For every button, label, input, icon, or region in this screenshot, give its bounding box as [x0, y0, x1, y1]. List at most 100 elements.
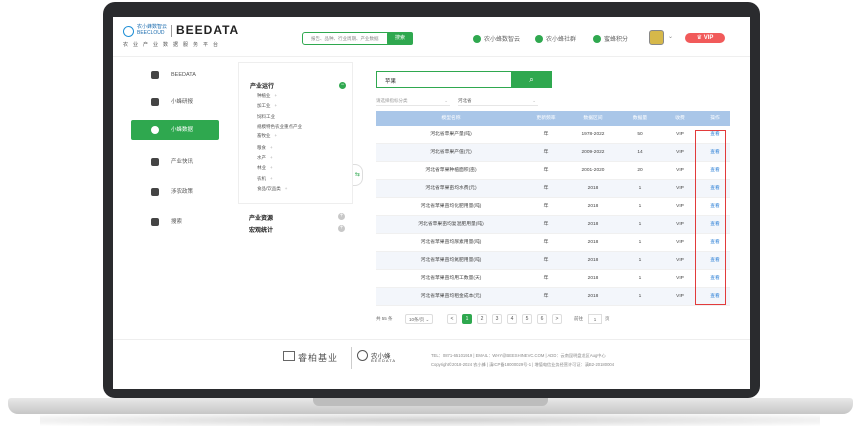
vip-badge[interactable]: ♛ VIP [685, 33, 725, 43]
cell-fee: VIP [676, 240, 684, 245]
tree-section-resources[interactable]: 产业资源 [249, 213, 273, 222]
cell-model-name: 河北省苹果产量(吨) [430, 132, 472, 137]
cell-fee: VIP [676, 186, 684, 191]
sidebar-item-search[interactable]: 搜索 [131, 212, 219, 232]
prev-page-button[interactable]: < [447, 314, 457, 324]
cell-count: 14 [637, 150, 643, 155]
cell-count: 1 [638, 276, 642, 281]
cell-count: 1 [638, 204, 642, 209]
top-header: 农小蜂数智云 BEECLOUD BEEDATA 农业产业数据服务平台 报告、品种… [113, 17, 750, 57]
tree-item[interactable]: 水产 + [257, 155, 273, 161]
header-action: 操作 [710, 116, 720, 121]
page-button-4[interactable]: 4 [507, 314, 517, 324]
expand-icon[interactable]: + [338, 225, 345, 232]
left-sidebar: BEEDATA 小蜂研报 小蜂数据 产业快讯 涉农政策 搜索 [113, 57, 219, 347]
tree-item[interactable]: 食品/饮品类 + [257, 186, 287, 192]
tree-section-operation[interactable]: 产业运行 [250, 81, 274, 90]
cell-count: 1 [638, 222, 642, 227]
tree-item[interactable]: 粮食 + [257, 145, 273, 151]
sidebar-item-news[interactable]: 产业快讯 [131, 152, 219, 172]
expand-plus-icon[interactable]: + [275, 103, 278, 108]
footer-divider [113, 339, 750, 340]
data-search-button[interactable]: ⌕ [511, 71, 552, 88]
cell-fee: VIP [676, 222, 684, 227]
table-row: 河北省苹果产值(元) 年 2009-2022 14 VIP 查看 [376, 144, 730, 162]
region-select[interactable]: 河北省 ⌄ [458, 97, 538, 106]
table-row: 河北省苹果产量(吨) 年 1978-2022 50 VIP 查看 [376, 126, 730, 144]
page-button-3[interactable]: 3 [492, 314, 502, 324]
laptop-notch [313, 398, 548, 406]
cell-count: 1 [638, 294, 642, 299]
cell-fee: VIP [676, 294, 684, 299]
cell-fee: VIP [676, 150, 684, 155]
cell-frequency: 年 [543, 276, 549, 281]
page-button-5[interactable]: 5 [522, 314, 532, 324]
expand-plus-icon[interactable]: + [270, 165, 273, 170]
indicator-category-select[interactable]: 请选择指标分类 ⌄ [376, 97, 450, 106]
page-button-1[interactable]: 1 [462, 314, 472, 324]
chevron-down-icon: ⌄ [444, 98, 448, 103]
next-page-button[interactable]: > [552, 314, 562, 324]
tree-item[interactable]: 农机 + [257, 176, 273, 182]
site-logo[interactable]: BEEDATA [176, 23, 239, 37]
nav-link-community[interactable]: 农小蜂社群 [535, 34, 576, 44]
screen: 农小蜂数智云 BEECLOUD BEEDATA 农业产业数据服务平台 报告、品种… [113, 17, 750, 389]
chevron-down-icon[interactable]: ⌄ [668, 33, 673, 40]
cell-model-name: 河北省苹果产值(元) [430, 150, 472, 155]
cloud-data-icon [151, 126, 159, 134]
cell-range: 2018 [587, 258, 599, 263]
tree-item[interactable]: 林业 + [257, 165, 273, 171]
page-size-select[interactable]: 10条/页 ⌄ [405, 314, 434, 324]
expand-plus-icon[interactable]: + [275, 133, 278, 138]
expand-plus-icon[interactable]: + [275, 93, 278, 98]
cell-frequency: 年 [543, 150, 549, 155]
cell-frequency: 年 [543, 204, 549, 209]
goto-page-input[interactable]: 1 [588, 314, 602, 324]
sidebar-item-reports[interactable]: 小蜂研报 [131, 92, 219, 112]
goto-label: 前往 [574, 316, 583, 321]
page-button-6[interactable]: 6 [537, 314, 547, 324]
expand-icon[interactable]: + [338, 213, 345, 220]
nav-link-points[interactable]: 蜜蜂积分 [593, 34, 628, 44]
cell-range: 2018 [587, 240, 599, 245]
tree-item[interactable]: 加工业 + [257, 103, 277, 109]
header-search-button[interactable]: 搜索 [387, 32, 413, 45]
cell-count: 1 [638, 240, 642, 245]
sidebar-item-data[interactable]: 小蜂数据 [131, 120, 219, 140]
table-row: 河北省苹果亩均租金成本(元) 年 2018 1 VIP 查看 [376, 288, 730, 306]
tree-item[interactable]: 饲料工业 [257, 114, 275, 120]
header-model-name: 模型名称 [441, 116, 461, 121]
collapse-icon[interactable]: − [339, 82, 346, 89]
tree-section-macro[interactable]: 宏观统计 [249, 225, 273, 234]
sidebar-toggle-tab[interactable]: ⇆ [353, 164, 363, 186]
header-search-input[interactable]: 报告、品种、行业周期、产业数据 [302, 32, 399, 45]
category-tree: 产业运行 − 种植业 + 加工业 + 饲料工业 规模特色农业重点产业 畜牧业 + 粮食… [238, 62, 353, 204]
bee-brand-sub: BEEDATA [371, 358, 397, 363]
expand-plus-icon[interactable]: + [270, 155, 273, 160]
cell-count: 20 [637, 168, 643, 173]
cell-range: 2018 [587, 294, 599, 299]
tree-item[interactable]: 规模特色农业重点产业 [257, 124, 302, 130]
points-icon [593, 35, 601, 44]
data-search-input[interactable]: 苹果 [376, 71, 512, 88]
cell-range: 2009-2022 [581, 150, 605, 155]
logo-divider [171, 25, 172, 37]
table-header: 模型名称 更新频率 数据区间 数据量 收费 操作 [376, 111, 730, 126]
bee-footer-logo-icon [357, 350, 368, 361]
sidebar-item-beedata[interactable]: BEEDATA [131, 65, 219, 85]
table-row: 河北省苹果亩均化肥用量(吨) 年 2018 1 VIP 查看 [376, 198, 730, 216]
cell-model-name: 河北省苹果亩均租金成本(元) [420, 294, 482, 299]
expand-plus-icon[interactable]: + [270, 145, 273, 150]
expand-plus-icon[interactable]: + [285, 186, 288, 191]
expand-plus-icon[interactable]: + [270, 176, 273, 181]
cell-count: 1 [638, 186, 642, 191]
user-avatar[interactable] [649, 30, 664, 45]
page-button-2[interactable]: 2 [477, 314, 487, 324]
cell-frequency: 年 [543, 186, 549, 191]
search-icon: ⌕ [529, 75, 534, 84]
nav-link-cloud[interactable]: 农小蜂数智云 [473, 34, 520, 44]
chevron-down-icon: ⌄ [532, 98, 536, 103]
tree-item[interactable]: 种植业 + [257, 93, 277, 99]
sidebar-item-policy[interactable]: 涉农政策 [131, 182, 219, 202]
tree-item[interactable]: 畜牧业 + [257, 133, 277, 139]
